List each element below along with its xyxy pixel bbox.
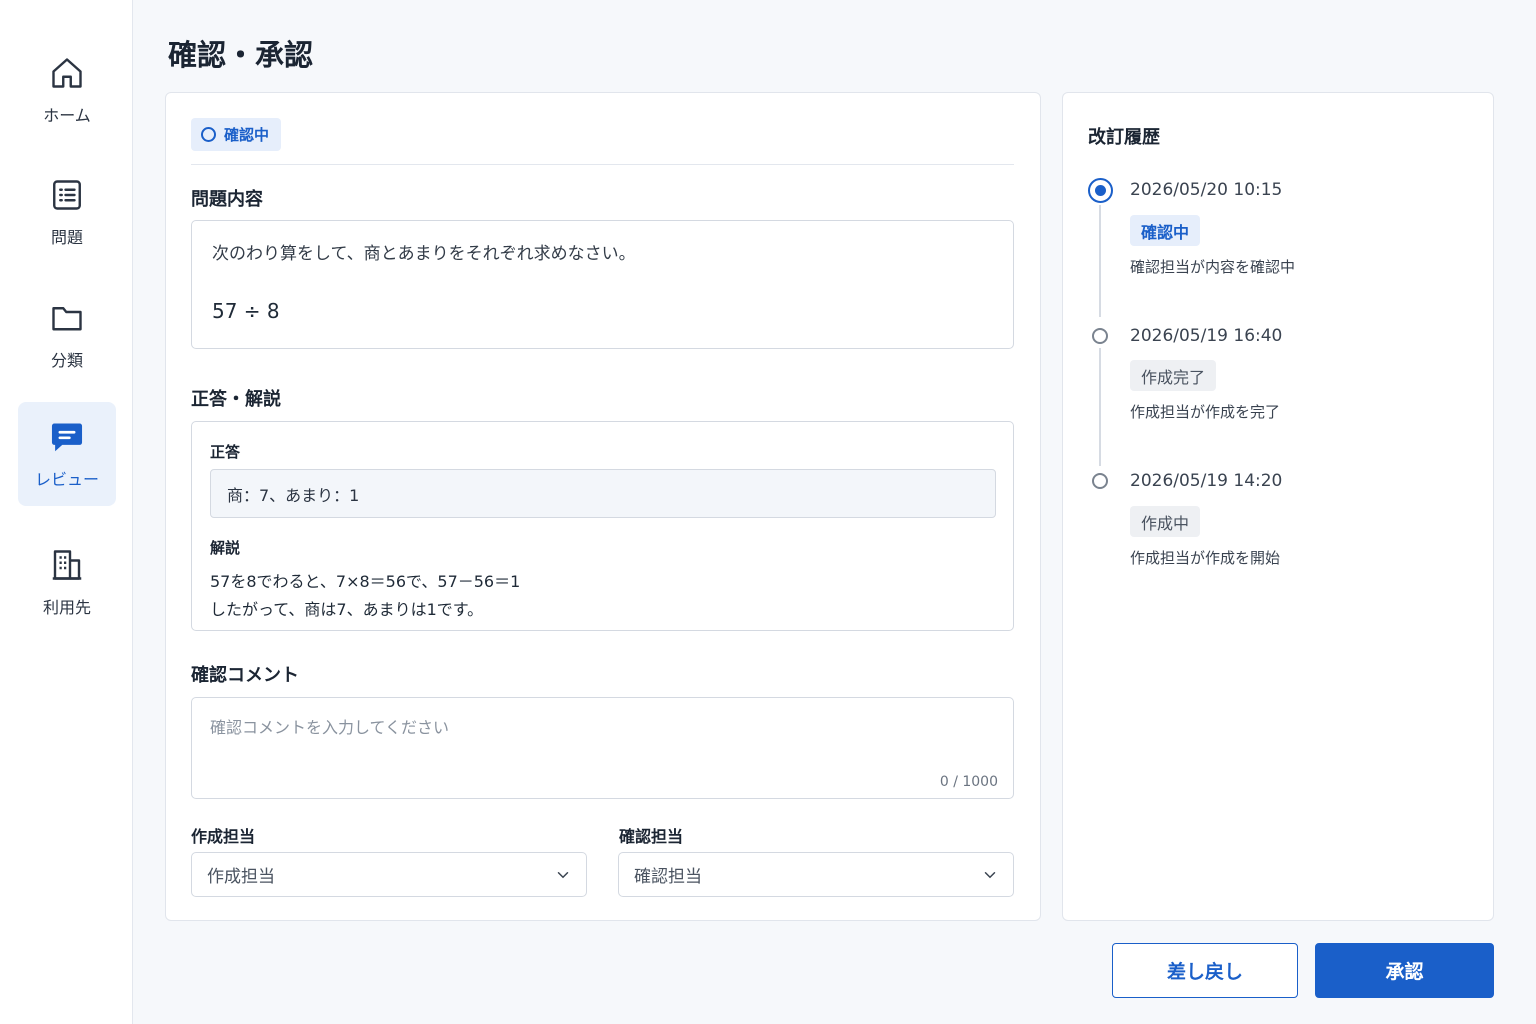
timeline-dot — [1092, 473, 1108, 489]
question-text: 次のわり算をして、商とあまりをそれぞれ求めなさい。 — [212, 244, 636, 264]
sidebar-item-label: ホーム — [43, 106, 91, 125]
question-expression: 57 ÷ 8 — [212, 299, 280, 323]
answer-label: 正答 — [210, 443, 241, 461]
creator-select[interactable]: 作成担当 — [191, 852, 587, 897]
explanation-line: したがって、商は7、あまりは1です。 — [210, 600, 484, 619]
reviewer-select-value: 確認担当 — [634, 867, 702, 887]
comment-placeholder: 確認コメントを入力してください — [210, 718, 450, 737]
folder-icon — [48, 299, 86, 337]
building-icon — [48, 546, 86, 584]
history-date: 2026/05/20 10:15 — [1130, 180, 1283, 200]
answer-field: 商：7、あまり：1 — [210, 469, 996, 518]
history-description: 確認担当が内容を確認中 — [1130, 258, 1296, 276]
return-button[interactable]: 差し戻し — [1112, 943, 1298, 998]
page-title: 確認・承認 — [168, 38, 314, 72]
creator-select-value: 作成担当 — [207, 867, 275, 887]
review-card: 確認中 問題内容 次のわり算をして、商とあまりをそれぞれ求めなさい。 57 ÷ … — [165, 92, 1041, 921]
explanation-line: 57を8でわると、7×8＝56で、57－56＝1 — [210, 572, 521, 591]
sidebar-item-label: 利用先 — [42, 598, 91, 617]
divider — [191, 164, 1014, 165]
approve-button[interactable]: 承認 — [1315, 943, 1494, 998]
timeline-dot-current — [1088, 178, 1113, 203]
timeline-dot — [1092, 328, 1108, 344]
char-count: 0 / 1000 — [939, 774, 998, 790]
sidebar-item-review[interactable]: レビュー — [18, 402, 116, 506]
history-description: 作成担当が作成を完了 — [1130, 403, 1281, 421]
sidebar-item-clients[interactable]: 利用先 — [18, 530, 116, 634]
sidebar: ホーム 問題 分類 レビュー 利用先 — [0, 0, 133, 1024]
sidebar-item-home[interactable]: ホーム — [18, 38, 116, 142]
history-date: 2026/05/19 14:20 — [1130, 471, 1283, 491]
status-badge: 確認中 — [191, 118, 282, 151]
sidebar-item-problems[interactable]: 問題 — [18, 160, 116, 264]
explanation-label: 解説 — [210, 539, 241, 557]
history-title: 改訂履歴 — [1088, 127, 1160, 148]
timeline-line — [1099, 348, 1101, 466]
answer-box: 正答 商：7、あまり：1 解説 57を8でわると、7×8＝56で、57－56＝1… — [191, 421, 1014, 631]
creator-label: 作成担当 — [191, 827, 256, 846]
history-status-badge: 作成完了 — [1130, 360, 1217, 391]
message-icon — [48, 418, 86, 456]
chevron-down-icon — [984, 872, 996, 879]
question-heading: 問題内容 — [191, 189, 263, 210]
sidebar-item-label: 分類 — [50, 351, 83, 370]
reviewer-label: 確認担当 — [619, 827, 684, 846]
comment-heading: 確認コメント — [191, 665, 299, 686]
status-ring-icon — [201, 127, 216, 142]
reviewer-select[interactable]: 確認担当 — [618, 852, 1014, 897]
answer-heading: 正答・解説 — [191, 389, 281, 410]
question-box: 次のわり算をして、商とあまりをそれぞれ求めなさい。 57 ÷ 8 — [191, 220, 1014, 349]
sidebar-item-categories[interactable]: 分類 — [18, 283, 116, 387]
history-status-badge: 確認中 — [1130, 215, 1201, 246]
status-badge-label: 確認中 — [224, 126, 270, 144]
timeline-line — [1099, 205, 1101, 317]
home-icon — [48, 54, 86, 92]
history-description: 作成担当が作成を開始 — [1130, 549, 1281, 567]
history-status-badge: 作成中 — [1130, 506, 1201, 537]
sidebar-item-label: レビュー — [34, 470, 99, 489]
comment-textarea[interactable]: 確認コメントを入力してください 0 / 1000 — [191, 697, 1014, 799]
sidebar-item-label: 問題 — [50, 228, 83, 247]
chevron-down-icon — [557, 872, 569, 879]
revision-history-card: 改訂履歴 2026/05/20 10:15 確認中 確認担当が内容を確認中 20… — [1062, 92, 1494, 921]
history-date: 2026/05/19 16:40 — [1130, 326, 1283, 346]
list-icon — [48, 176, 86, 214]
